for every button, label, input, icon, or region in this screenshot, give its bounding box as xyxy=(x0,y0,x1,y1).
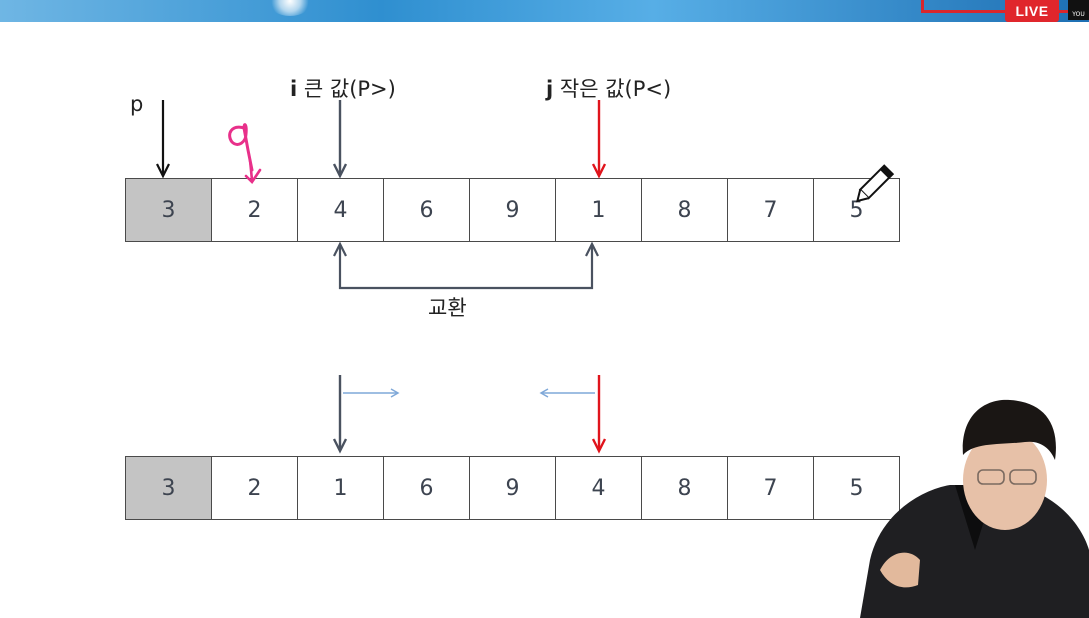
presenter-webcam xyxy=(860,399,1089,618)
j-arrow xyxy=(591,100,607,179)
pencil-cursor-icon xyxy=(855,164,895,203)
j-arrow-lower xyxy=(539,375,607,454)
pivot-arrow xyxy=(156,100,170,179)
i-arrow xyxy=(332,100,348,179)
i-arrow-lower xyxy=(332,375,400,454)
swap-bracket-arrow xyxy=(333,241,599,290)
handwritten-annotation xyxy=(228,123,262,185)
